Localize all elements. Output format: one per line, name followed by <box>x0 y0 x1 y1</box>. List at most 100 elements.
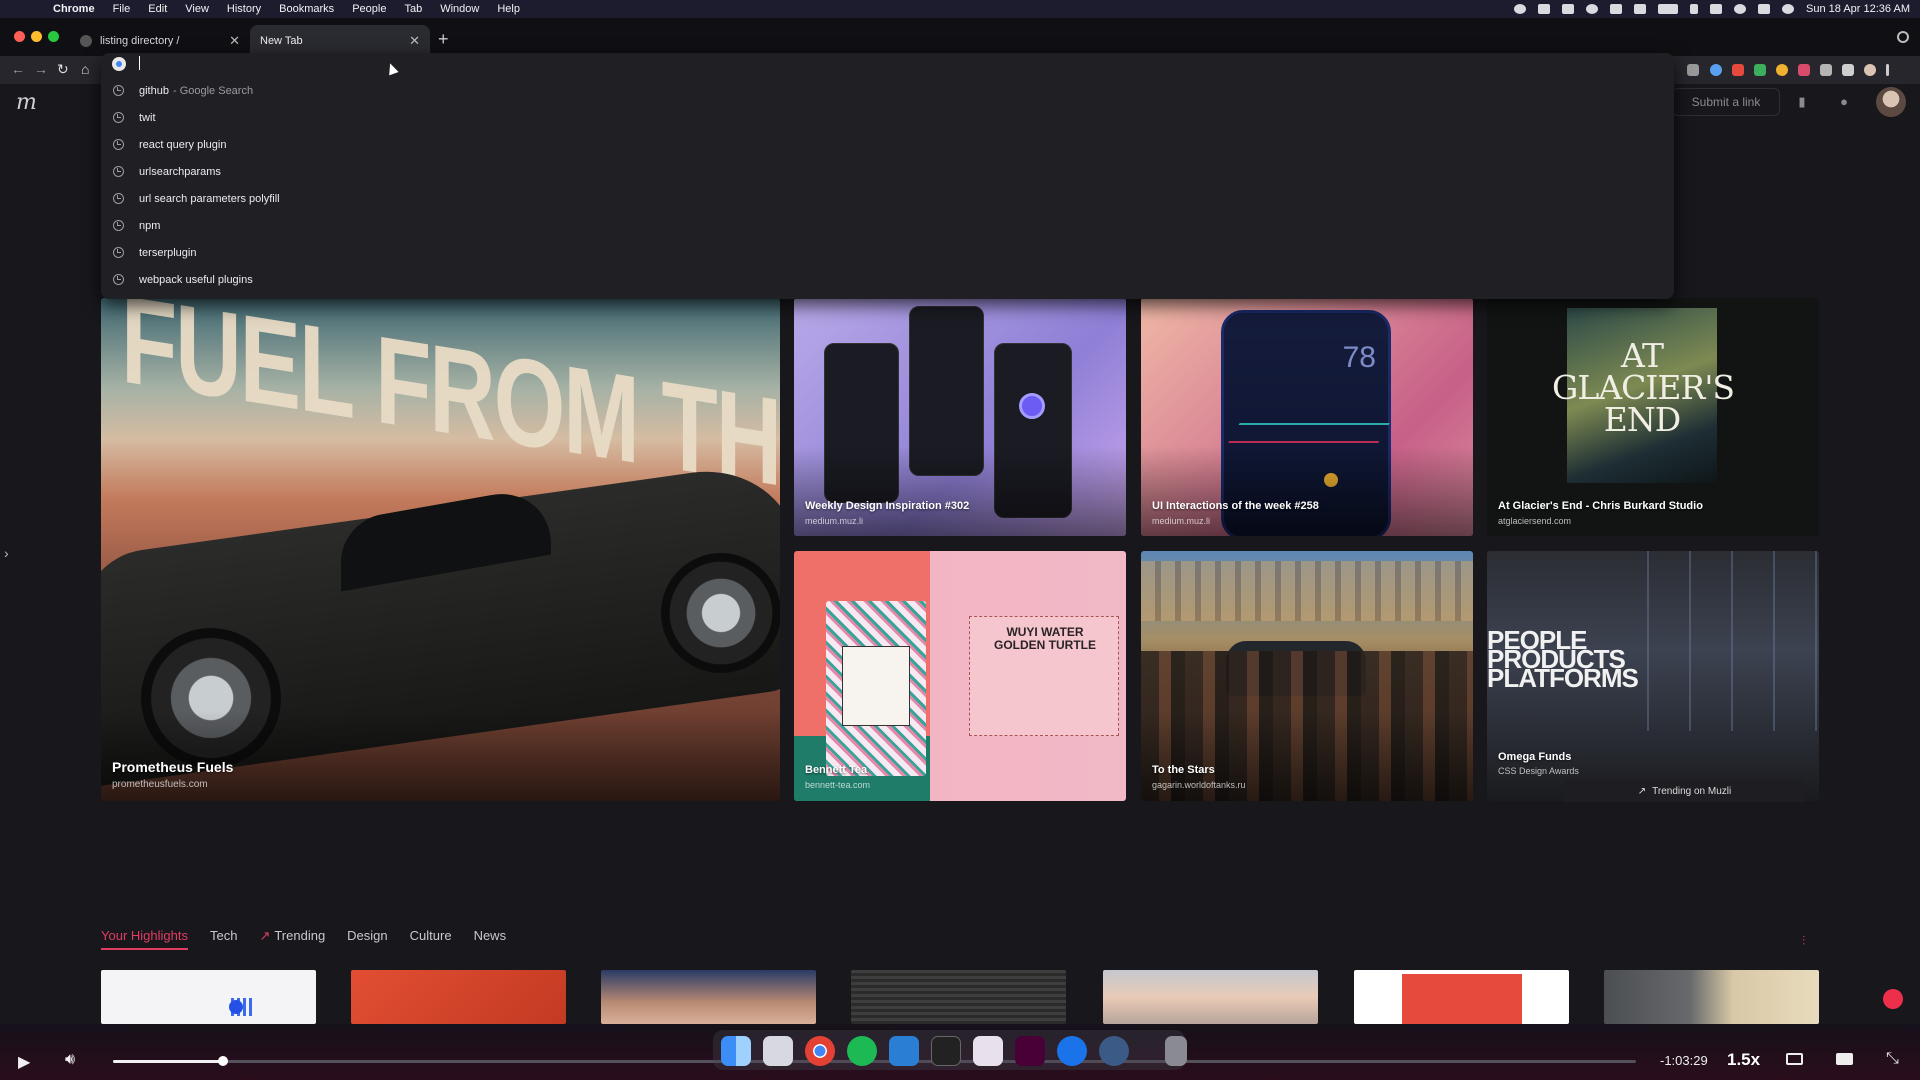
record-icon[interactable] <box>1514 4 1527 14</box>
finder-dock-icon[interactable] <box>721 1036 751 1066</box>
trending-badge[interactable]: ↗ Trending on Muzli <box>1564 780 1805 802</box>
card-weekly-design-inspiration[interactable]: Weekly Design Inspiration #302 medium.mu… <box>794 298 1126 536</box>
tab-close-icon[interactable]: ✕ <box>229 33 240 49</box>
forward-arrow-icon[interactable]: → <box>34 61 48 77</box>
submit-link-button[interactable]: Submit a link <box>1672 88 1780 116</box>
creative-cloud-icon[interactable] <box>1562 4 1575 14</box>
highlight-thumbnail[interactable] <box>1103 970 1318 1024</box>
sidebar-chevron-right-icon[interactable]: › <box>4 545 9 561</box>
playback-speed-button[interactable]: 1.5x <box>1727 1050 1760 1070</box>
omnibox-dropdown[interactable]: github - Google Search twit react query … <box>101 53 1674 299</box>
captions-icon[interactable] <box>1786 1053 1803 1065</box>
vscode-dock-icon[interactable] <box>889 1036 919 1066</box>
tab-design[interactable]: Design <box>347 928 387 944</box>
tab-close-icon[interactable]: ✕ <box>409 33 420 49</box>
maximize-window-button[interactable] <box>48 31 59 42</box>
sync-icon[interactable] <box>1610 4 1623 14</box>
extension-icon[interactable] <box>1798 64 1810 76</box>
menu-history[interactable]: History <box>218 3 270 15</box>
siri-icon[interactable] <box>1782 4 1795 14</box>
spotlight-search-icon[interactable] <box>1734 4 1747 14</box>
bell-icon[interactable]: ● <box>1836 94 1852 110</box>
card-to-the-stars[interactable]: To the Stars gagarin.worldoftanks.ru <box>1141 551 1473 801</box>
card-at-glaciers-end[interactable]: AT GLACIER'S END At Glacier's End - Chri… <box>1487 298 1819 536</box>
tab-trending[interactable]: ↗ Trending <box>259 928 325 944</box>
omnibox-suggestion[interactable]: npm <box>101 212 1674 239</box>
highlight-thumbnail[interactable] <box>601 970 816 1024</box>
omnibox-suggestion[interactable]: urlsearchparams <box>101 158 1674 185</box>
terminal-dock-icon[interactable] <box>931 1036 961 1066</box>
vpn-icon[interactable] <box>1586 4 1599 14</box>
menu-app-name[interactable]: Chrome <box>44 3 104 15</box>
menu-edit[interactable]: Edit <box>139 3 176 15</box>
display-icon[interactable] <box>1634 4 1647 14</box>
tab-your-highlights[interactable]: Your Highlights <box>101 928 188 950</box>
tab-search-icon[interactable] <box>1897 31 1909 43</box>
bluetooth-icon[interactable] <box>1690 4 1699 14</box>
tab-news[interactable]: News <box>474 928 507 944</box>
omnibox-suggestion[interactable]: github - Google Search <box>101 77 1674 104</box>
omnibox-suggestion[interactable]: react query plugin <box>101 131 1674 158</box>
spotify-dock-icon[interactable] <box>847 1036 877 1066</box>
menu-window[interactable]: Window <box>431 3 488 15</box>
menu-bar-clock[interactable]: Sun 18 Apr 12:36 AM <box>1806 3 1910 15</box>
maps-dock-icon[interactable] <box>1057 1036 1087 1066</box>
adobe-xd-dock-icon[interactable] <box>1015 1036 1045 1066</box>
card-bennett-tea[interactable]: WUYI WATER GOLDEN TURTLE Bennett Tea ben… <box>794 551 1126 801</box>
extension-icon[interactable] <box>1732 64 1744 76</box>
chat-bubble-icon[interactable] <box>1883 989 1903 1009</box>
extension-icon[interactable] <box>1776 64 1788 76</box>
extension-icon[interactable] <box>1687 64 1699 76</box>
volume-icon[interactable]: 🔊︎ <box>65 1051 75 1069</box>
close-window-button[interactable] <box>14 31 25 42</box>
omnibox-suggestion[interactable]: webpack useful plugins <box>101 266 1674 293</box>
card-omega-funds[interactable]: PEOPLE PRODUCTS PLATFORMS Omega Funds CS… <box>1487 551 1819 801</box>
menu-people[interactable]: People <box>343 3 395 15</box>
muzli-logo[interactable]: m <box>16 90 37 115</box>
menu-view[interactable]: View <box>176 3 218 15</box>
highlight-thumbnail[interactable] <box>1354 970 1569 1024</box>
user-avatar[interactable] <box>1876 87 1906 117</box>
omnibox-suggestion[interactable]: terserplugin <box>101 239 1674 266</box>
more-menu-icon[interactable] <box>1886 64 1889 76</box>
omnibox-input-caret[interactable] <box>139 56 140 70</box>
reload-icon[interactable]: ↻ <box>57 61 69 78</box>
chrome-dock-icon[interactable] <box>805 1036 835 1066</box>
launchpad-dock-icon[interactable] <box>763 1036 793 1066</box>
home-icon[interactable]: ⌂ <box>81 61 89 77</box>
highlight-thumbnail[interactable] <box>1604 970 1819 1024</box>
battery-icon[interactable] <box>1658 4 1679 14</box>
extension-icon[interactable] <box>1754 64 1766 76</box>
back-arrow-icon[interactable]: ← <box>11 61 25 77</box>
highlight-thumbnail[interactable] <box>351 970 566 1024</box>
filter-icon[interactable]: ⫶ <box>1802 933 1805 949</box>
playback-scrubber-handle[interactable] <box>217 1056 228 1066</box>
fullscreen-icon[interactable]: ⤡ <box>1886 1050 1899 1068</box>
hd-quality-icon[interactable] <box>1836 1053 1853 1065</box>
omnibox-suggestion[interactable]: url search parameters polyfill <box>101 185 1674 212</box>
minimize-window-button[interactable] <box>31 31 42 42</box>
new-tab-plus-icon[interactable]: + <box>438 29 449 50</box>
trash-dock-icon[interactable] <box>1165 1036 1187 1066</box>
tab-new-tab[interactable]: New Tab ✕ <box>250 25 430 56</box>
tab-tech[interactable]: Tech <box>210 928 237 944</box>
bookmark-icon[interactable]: ▮ <box>1794 94 1810 110</box>
menu-file[interactable]: File <box>104 3 140 15</box>
menu-help[interactable]: Help <box>488 3 529 15</box>
highlight-thumbnail[interactable] <box>851 970 1066 1024</box>
extensions-puzzle-icon[interactable] <box>1842 64 1854 76</box>
control-center-icon[interactable] <box>1758 4 1771 14</box>
slack-dock-icon[interactable] <box>973 1036 1003 1066</box>
card-ui-interactions[interactable]: 78 UI Interactions of the week #258 medi… <box>1141 298 1473 536</box>
omnibox-suggestion[interactable]: twit <box>101 104 1674 131</box>
wifi-icon[interactable] <box>1710 4 1723 14</box>
cloud-icon[interactable] <box>1538 4 1551 14</box>
browser-dock-icon[interactable] <box>1099 1036 1129 1066</box>
featured-card-prometheus-fuels[interactable]: FUEL FROM THE AI Prometheus Fuels promet… <box>101 298 780 801</box>
tab-culture[interactable]: Culture <box>410 928 452 944</box>
profile-icon[interactable] <box>1864 64 1876 76</box>
menu-bookmarks[interactable]: Bookmarks <box>270 3 343 15</box>
menu-tab[interactable]: Tab <box>395 3 431 15</box>
tab-listing-directory[interactable]: listing directory / ✕ <box>70 25 250 56</box>
extension-icon[interactable] <box>1710 64 1722 76</box>
